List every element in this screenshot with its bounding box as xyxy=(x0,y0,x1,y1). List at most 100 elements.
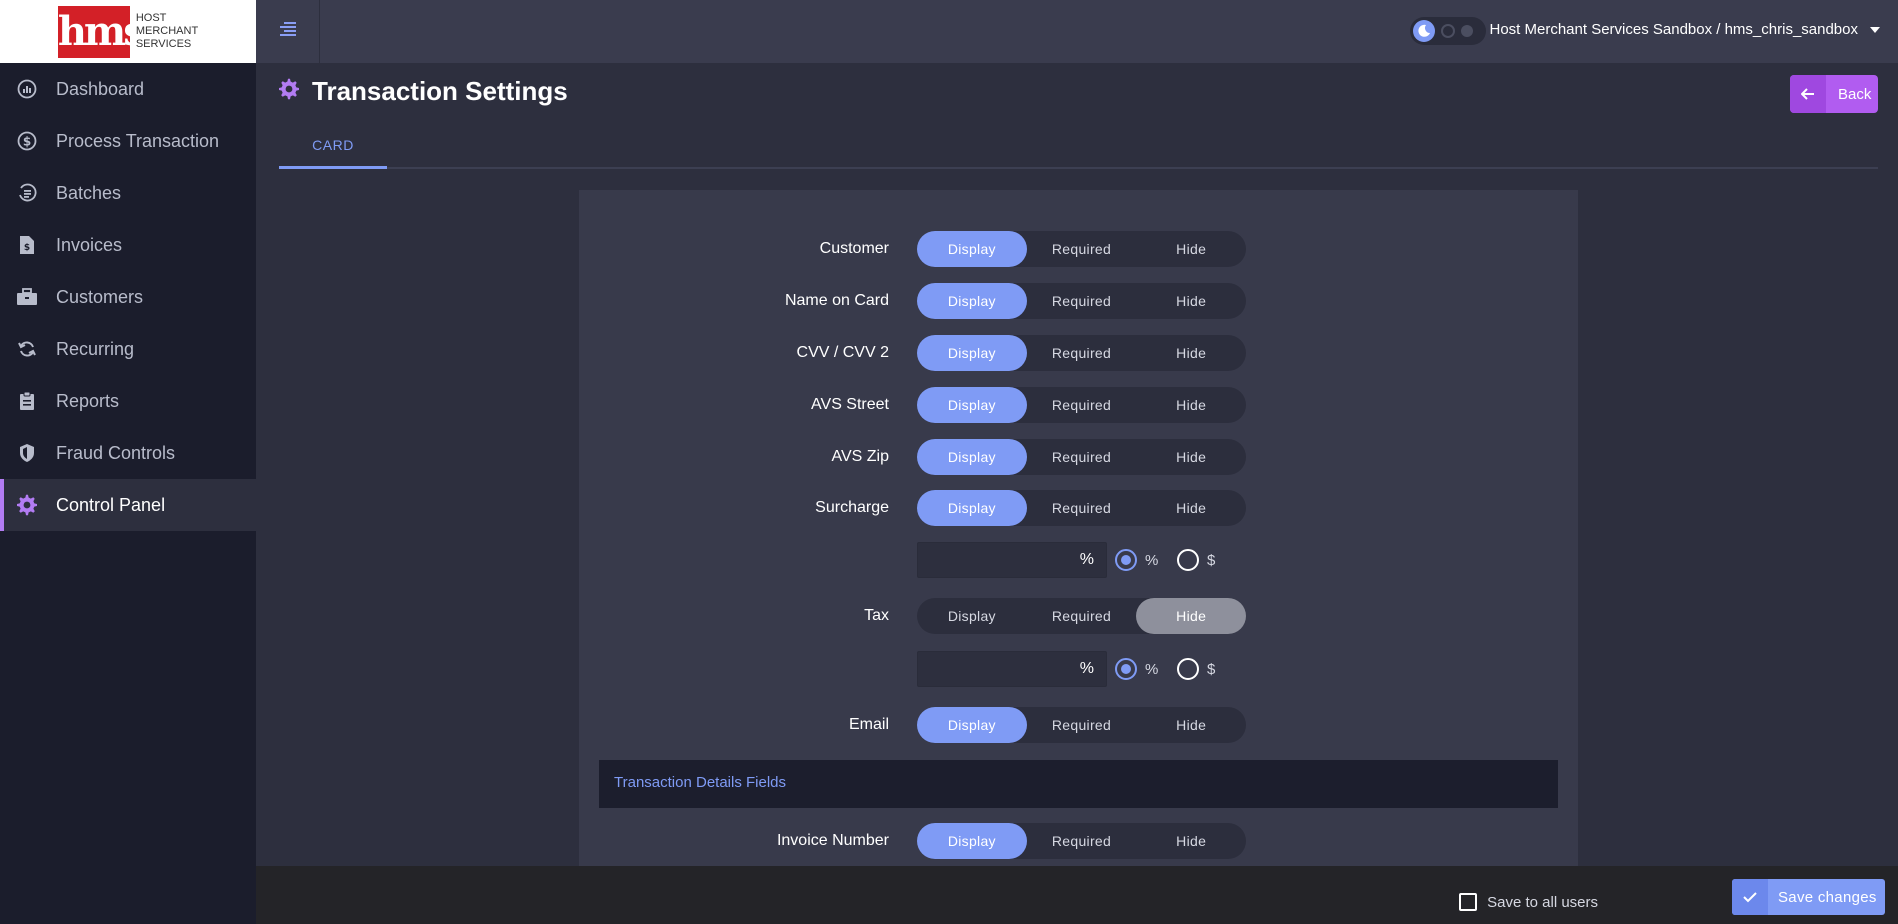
sidebar-nav: Dashboard $ Process Transaction Batches … xyxy=(0,63,256,531)
tax-radio-dollar[interactable]: $ xyxy=(1177,658,1215,680)
sidebar-item-recurring[interactable]: Recurring xyxy=(0,323,256,375)
option-required[interactable]: Required xyxy=(1027,231,1137,267)
hms-logo: hms HOST MERCHANT SERVICES xyxy=(57,5,198,58)
logo-mark: hms xyxy=(57,5,146,58)
chevron-down-icon[interactable] xyxy=(1870,27,1880,33)
tab-card[interactable]: CARD xyxy=(279,123,387,169)
option-hide[interactable]: Hide xyxy=(1136,231,1246,267)
svg-text:$: $ xyxy=(24,243,30,253)
field-row-email: Email Display Required Hide xyxy=(579,705,1578,745)
sidebar-item-label: Control Panel xyxy=(56,494,166,515)
save-changes-label: Save changes xyxy=(1778,888,1877,906)
option-hide[interactable]: Hide xyxy=(1136,490,1246,526)
option-hide[interactable]: Hide xyxy=(1136,823,1246,859)
surcharge-radio-dollar[interactable]: $ xyxy=(1177,549,1215,571)
page-title-wrap: Transaction Settings xyxy=(278,76,568,107)
field-label: Invoice Number xyxy=(776,832,889,849)
option-hide[interactable]: Hide xyxy=(1136,598,1247,634)
sidebar-item-label: Dashboard xyxy=(56,78,145,99)
menu-toggle-button[interactable] xyxy=(256,0,320,63)
surcharge-radio-percent[interactable]: % xyxy=(1115,549,1158,571)
dashboard-gauge-icon xyxy=(16,78,38,100)
option-required[interactable]: Required xyxy=(1027,335,1137,371)
logo-area[interactable]: hms HOST MERCHANT SERVICES xyxy=(0,0,256,63)
option-display[interactable]: Display xyxy=(917,707,1027,743)
visibility-toggle: Display Required Hide xyxy=(917,231,1246,267)
sidebar-item-label: Customers xyxy=(56,286,144,307)
sidebar-item-process-transaction[interactable]: $ Process Transaction xyxy=(0,115,256,167)
clipboard-icon xyxy=(16,390,38,412)
moon-icon xyxy=(1413,20,1435,42)
sidebar-item-invoices[interactable]: $ Invoices xyxy=(0,219,256,271)
option-required[interactable]: Required xyxy=(1027,707,1137,743)
account-switcher[interactable]: Host Merchant Services Sandbox / hms_chr… xyxy=(1489,21,1858,38)
option-hide[interactable]: Hide xyxy=(1136,439,1246,475)
option-display[interactable]: Display xyxy=(917,335,1027,371)
field-label: Tax xyxy=(864,607,889,624)
sun-icon xyxy=(1461,25,1473,37)
option-display[interactable]: Display xyxy=(917,490,1027,526)
recurring-sync-icon xyxy=(16,338,38,360)
logo-line: HOST xyxy=(135,12,167,24)
option-required[interactable]: Required xyxy=(1027,598,1137,634)
option-display[interactable]: Display xyxy=(917,823,1027,859)
visibility-toggle: Display Required Hide xyxy=(917,439,1246,475)
sidebar-item-customers[interactable]: Customers xyxy=(0,271,256,323)
option-hide[interactable]: Hide xyxy=(1136,387,1246,423)
radio-empty-icon xyxy=(1177,549,1199,571)
sidebar-item-batches[interactable]: Batches xyxy=(0,167,256,219)
menu-lines-icon xyxy=(278,21,298,42)
option-display[interactable]: Display xyxy=(917,283,1027,319)
field-row-name-on-card: Name on Card Display Required Hide xyxy=(579,281,1578,321)
field-row-customer: Customer Display Required Hide xyxy=(579,229,1578,269)
page-header: Transaction Settings Back CARD xyxy=(256,63,1898,188)
option-required[interactable]: Required xyxy=(1027,490,1137,526)
sidebar-item-label: Invoices xyxy=(56,234,123,255)
visibility-toggle: Display Required Hide xyxy=(917,598,1247,634)
save-changes-button[interactable]: Save changes xyxy=(1732,879,1885,915)
option-display[interactable]: Display xyxy=(917,598,1027,634)
tax-amount-input[interactable]: % xyxy=(917,651,1107,687)
page-title: Transaction Settings xyxy=(312,76,568,106)
auto-theme-icon xyxy=(1441,24,1455,38)
theme-toggle[interactable] xyxy=(1410,17,1486,45)
field-label: CVV / CVV 2 xyxy=(796,344,889,361)
field-label: AVS Zip xyxy=(831,448,890,465)
sidebar-item-label: Recurring xyxy=(56,338,135,359)
option-display[interactable]: Display xyxy=(917,231,1027,267)
gear-icon xyxy=(16,494,38,516)
visibility-toggle: Display Required Hide xyxy=(917,823,1246,859)
option-hide[interactable]: Hide xyxy=(1136,335,1246,371)
option-display[interactable]: Display xyxy=(917,439,1027,475)
option-required[interactable]: Required xyxy=(1027,439,1137,475)
sidebar-item-control-panel[interactable]: Control Panel xyxy=(0,479,256,531)
option-required[interactable]: Required xyxy=(1027,283,1137,319)
option-display[interactable]: Display xyxy=(917,387,1027,423)
sidebar-item-fraud-controls[interactable]: Fraud Controls xyxy=(0,427,256,479)
field-row-surcharge: Surcharge Display Required Hide xyxy=(579,488,1578,528)
surcharge-amount-row: % % $ xyxy=(917,542,1357,580)
shield-icon xyxy=(16,442,38,464)
field-label: Email xyxy=(848,716,889,733)
field-label: Surcharge xyxy=(815,499,889,516)
option-required[interactable]: Required xyxy=(1027,823,1137,859)
surcharge-amount-input[interactable]: % xyxy=(917,542,1107,578)
dollar-cycle-icon: $ xyxy=(16,130,38,152)
sidebar-item-label: Reports xyxy=(56,390,120,411)
back-button[interactable]: Back xyxy=(1790,75,1878,113)
back-button-label: Back xyxy=(1838,85,1872,103)
save-to-all-users-checkbox[interactable]: Save to all users xyxy=(1459,893,1598,911)
option-required[interactable]: Required xyxy=(1027,387,1137,423)
option-hide[interactable]: Hide xyxy=(1136,707,1246,743)
visibility-toggle: Display Required Hide xyxy=(917,283,1246,319)
radio-label: $ xyxy=(1207,660,1216,678)
save-to-all-users-label: Save to all users xyxy=(1487,893,1598,911)
percent-suffix: % xyxy=(1079,551,1094,568)
field-row-avs-zip: AVS Zip Display Required Hide xyxy=(579,437,1578,477)
gear-icon xyxy=(278,78,300,105)
sidebar-item-dashboard[interactable]: Dashboard xyxy=(0,63,256,115)
option-hide[interactable]: Hide xyxy=(1136,283,1246,319)
svg-text:$: $ xyxy=(23,135,31,149)
sidebar-item-reports[interactable]: Reports xyxy=(0,375,256,427)
tax-radio-percent[interactable]: % xyxy=(1115,658,1158,680)
